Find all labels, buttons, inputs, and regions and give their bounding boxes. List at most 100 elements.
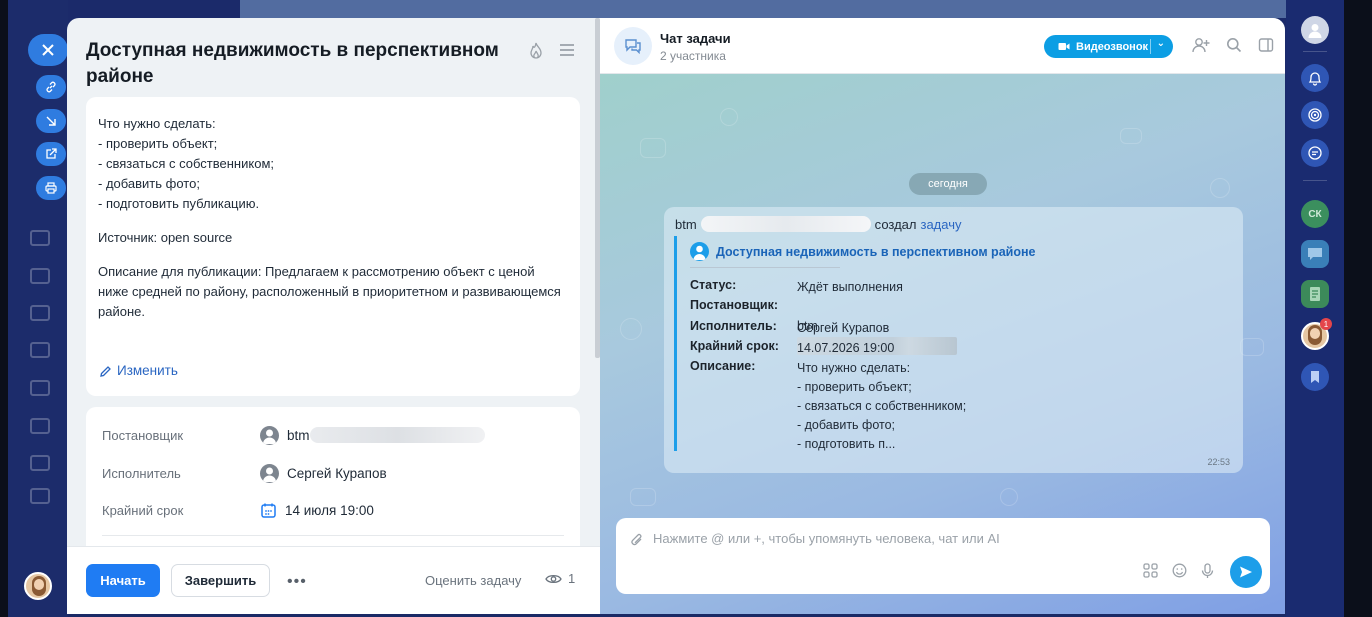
paperclip-icon[interactable] <box>630 532 644 553</box>
send-icon <box>1240 566 1252 578</box>
copy-link-button[interactable] <box>36 75 66 99</box>
task-header: Доступная недвижимость в перспективном р… <box>67 18 600 98</box>
status-key: Статус: <box>690 278 737 292</box>
status-value: Ждёт выполнения <box>797 280 903 294</box>
menu-icon[interactable] <box>558 42 576 65</box>
description-card: Что нужно сделать: - проверить объект; -… <box>86 97 580 396</box>
emoji-icon[interactable] <box>1172 563 1187 584</box>
arrow-down-right-icon <box>46 116 56 126</box>
task-panel: Доступная недвижимость в перспективном р… <box>67 18 600 614</box>
group-chat-button[interactable] <box>1301 240 1329 268</box>
deadline-label: Крайний срок <box>102 502 184 518</box>
flame-icon[interactable] <box>528 42 544 65</box>
video-call-button[interactable]: Видеозвонок ⌄ <box>1044 35 1173 58</box>
external-link-icon <box>46 148 57 159</box>
unread-badge: 1 <box>1320 318 1332 330</box>
message-time: 22:53 <box>1207 457 1230 467</box>
description-info-value: Что нужно сделать: - проверить объект; -… <box>797 361 967 451</box>
chat-bubble-icon <box>614 27 652 65</box>
quote-bar <box>674 236 677 451</box>
message-composer[interactable]: Нажмите @ или +, чтобы упомянуть человек… <box>616 518 1270 594</box>
composer-placeholder[interactable]: Нажмите @ или +, чтобы упомянуть человек… <box>653 531 1000 546</box>
profile-avatar[interactable] <box>1301 16 1329 44</box>
deadline-key: Крайний срок: <box>690 339 779 353</box>
document-chat-button[interactable] <box>1301 280 1329 308</box>
contact-initials[interactable]: СК <box>1301 200 1329 228</box>
quoted-task-title-text: Доступная недвижимость в перспективном р… <box>716 244 1036 259</box>
send-button[interactable] <box>1230 556 1262 588</box>
background-header <box>240 0 1300 18</box>
description-key: Описание: <box>690 359 756 373</box>
user-icon <box>690 242 709 261</box>
close-icon <box>42 44 54 56</box>
deadline-date: 14 июля 19:00 <box>285 502 374 518</box>
chat-panel: Чат задачи 2 участника Видеозвонок ⌄ сег… <box>600 18 1285 614</box>
chevron-down-icon[interactable]: ⌄ <box>1157 38 1165 49</box>
microphone-icon[interactable] <box>1201 563 1214 584</box>
quoted-task-title[interactable]: Доступная недвижимость в перспективном р… <box>690 242 1035 261</box>
chat-participants[interactable]: 2 участника <box>660 49 726 63</box>
user-icon <box>1308 24 1322 38</box>
open-new-window-button[interactable] <box>36 142 66 166</box>
screen-edge <box>1344 0 1372 617</box>
chat-icon <box>1308 248 1322 260</box>
assignee-info-value: Сергей Курапов <box>797 321 890 335</box>
right-rail: СК 1 <box>1286 0 1344 617</box>
copilot-button[interactable] <box>1301 101 1329 129</box>
video-call-label: Видеозвонок <box>1076 40 1149 53</box>
more-actions-button[interactable]: ••• <box>287 573 307 591</box>
sidebar-toggle-icon[interactable] <box>1258 37 1274 58</box>
date-separator: сегодня <box>909 173 987 195</box>
user-avatar[interactable] <box>24 572 52 600</box>
chat-header: Чат задачи 2 участника Видеозвонок ⌄ <box>600 18 1285 74</box>
printer-icon <box>45 182 57 194</box>
task-title: Доступная недвижимость в перспективном р… <box>86 40 499 87</box>
add-user-icon[interactable] <box>1192 37 1210 58</box>
print-button[interactable] <box>36 176 66 200</box>
rate-task-link[interactable]: Оценить задачу <box>425 573 521 588</box>
camera-icon <box>1058 43 1070 50</box>
bookmark-icon <box>1311 371 1319 383</box>
assignee-name: Сергей Курапов <box>287 465 387 481</box>
message-header: btm создал задачу <box>675 216 961 232</box>
start-button[interactable]: Начать <box>86 564 160 597</box>
pencil-icon <box>100 365 111 377</box>
system-message: btm создал задачу Доступная недвижимость… <box>664 207 1243 473</box>
document-icon <box>1310 287 1320 301</box>
finish-button[interactable]: Завершить <box>171 564 270 597</box>
task-source: Источник: open source <box>98 230 233 245</box>
creator-value[interactable]: btm <box>260 425 485 445</box>
notifications-button[interactable] <box>1301 64 1329 92</box>
edit-label: Изменить <box>117 363 178 378</box>
divider <box>102 535 564 536</box>
chats-button[interactable] <box>1301 139 1329 167</box>
creator-label: Постановщик <box>102 427 184 443</box>
deadline-value[interactable]: 14 июля 19:00 <box>260 502 374 519</box>
task-link[interactable]: задачу <box>920 217 961 232</box>
task-description: Что нужно сделать: - проверить объект; -… <box>98 116 274 211</box>
message-author[interactable]: btm <box>675 217 697 232</box>
creator-name: btm <box>287 427 310 443</box>
apps-grid-icon[interactable] <box>1143 563 1158 584</box>
divider <box>690 267 840 268</box>
eye-icon <box>545 574 562 583</box>
creator-key: Постановщик: <box>690 298 779 312</box>
deadline-row: Крайний срок 14 июля 19:00 <box>102 498 572 522</box>
chat-search-icon <box>1308 146 1322 160</box>
task-publication-text: Описание для публикации: Предлагаем к ра… <box>98 264 561 319</box>
edit-description-link[interactable]: Изменить <box>99 361 178 381</box>
bell-icon <box>1308 71 1322 86</box>
spiral-icon <box>1308 108 1322 122</box>
views-count: 1 <box>568 571 576 586</box>
bookmarks-button[interactable] <box>1301 363 1329 391</box>
message-action: создал <box>874 216 917 232</box>
task-footer: Начать Завершить ••• Оценить задачу 1 <box>67 546 600 614</box>
download-button[interactable] <box>36 109 66 133</box>
user-placeholder-icon <box>260 425 279 445</box>
assignee-row: Исполнитель Сергей Курапов <box>102 461 572 485</box>
user-placeholder-icon <box>260 463 279 483</box>
close-slider-button[interactable] <box>28 34 68 66</box>
assignee-value[interactable]: Сергей Курапов <box>260 463 387 483</box>
search-icon[interactable] <box>1226 37 1242 58</box>
creator-row: Постановщик btm <box>102 423 572 447</box>
